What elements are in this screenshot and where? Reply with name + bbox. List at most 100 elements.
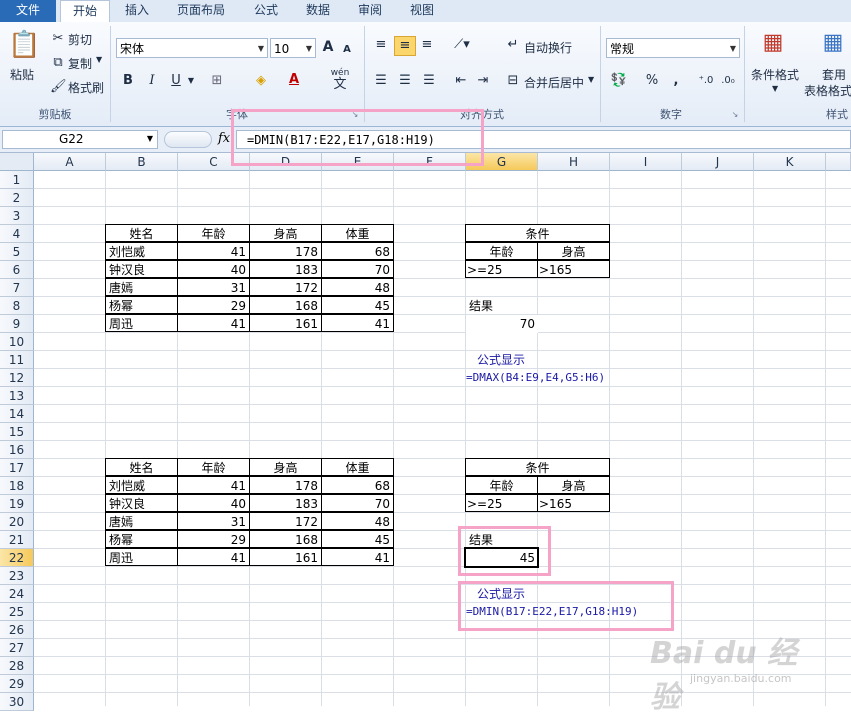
row-header[interactable]: 27 (0, 639, 34, 657)
table-cell[interactable]: 45 (321, 530, 394, 548)
table-cell[interactable]: 168 (249, 296, 322, 314)
criteria-header[interactable]: 年龄 (465, 242, 538, 260)
table-cell[interactable]: 杨幂 (105, 296, 178, 314)
increase-indent-icon[interactable]: ⇥ (474, 72, 492, 90)
table-cell[interactable]: 178 (249, 476, 322, 494)
paste-icon[interactable]: 📋 (8, 28, 40, 62)
table-cell[interactable]: 68 (321, 476, 394, 494)
table-cell[interactable]: 68 (321, 242, 394, 260)
table-cell[interactable]: 29 (177, 530, 250, 548)
tab-review[interactable]: 审阅 (348, 0, 392, 22)
conditional-format-icon[interactable]: ▦ (758, 28, 788, 58)
row-header[interactable]: 29 (0, 675, 34, 693)
fill-color-icon[interactable]: ◈ (252, 72, 270, 90)
row-header[interactable]: 6 (0, 261, 34, 279)
tab-formulas[interactable]: 公式 (244, 0, 288, 22)
table-cell[interactable]: 钟汉良 (105, 494, 178, 512)
criteria-header[interactable]: 身高 (537, 242, 610, 260)
column-header[interactable]: H (538, 153, 610, 171)
row-header[interactable]: 24 (0, 585, 34, 603)
row-header[interactable]: 9 (0, 315, 34, 333)
table-cell[interactable]: 41 (177, 242, 250, 260)
column-header[interactable]: B (106, 153, 178, 171)
table-cell[interactable]: 161 (249, 314, 322, 332)
tab-data[interactable]: 数据 (296, 0, 340, 22)
column-header[interactable] (826, 153, 851, 171)
table-cell[interactable]: 70 (321, 494, 394, 512)
table-cell[interactable]: 钟汉良 (105, 260, 178, 278)
grow-font-icon[interactable]: A (320, 38, 336, 56)
font-color-icon[interactable]: A (286, 71, 302, 89)
row-header[interactable]: 26 (0, 621, 34, 639)
criteria-title[interactable]: 条件 (465, 458, 610, 476)
table-cell[interactable]: 178 (249, 242, 322, 260)
row-header[interactable]: 14 (0, 405, 34, 423)
result-value[interactable]: 70 (466, 315, 538, 333)
row-header[interactable]: 10 (0, 333, 34, 351)
cut-button[interactable]: 剪切 (68, 31, 92, 48)
table-cell[interactable]: 41 (177, 314, 250, 332)
table-cell[interactable]: 刘恺威 (105, 242, 178, 260)
row-header[interactable]: 22 (0, 549, 34, 567)
underline-button[interactable]: U (168, 72, 184, 90)
row-header[interactable]: 11 (0, 351, 34, 369)
table-cell[interactable]: 杨幂 (105, 530, 178, 548)
number-format-combo[interactable]: 常规 ▼ (606, 38, 740, 58)
formula-display-label[interactable]: 公式显示 (474, 351, 554, 369)
row-header[interactable]: 19 (0, 495, 34, 513)
column-header[interactable]: J (682, 153, 754, 171)
table-cell[interactable]: 刘恺威 (105, 476, 178, 494)
align-center-icon[interactable]: ☰ (396, 72, 414, 90)
column-header[interactable]: I (610, 153, 682, 171)
decrease-indent-icon[interactable]: ⇤ (452, 72, 470, 90)
decrease-decimal-icon[interactable]: .0₀ (718, 72, 738, 90)
row-header[interactable]: 5 (0, 243, 34, 261)
table-cell[interactable]: 40 (177, 494, 250, 512)
result-label[interactable]: 结果 (466, 297, 538, 315)
copy-dropdown-icon[interactable]: ▼ (96, 55, 102, 64)
table-cell[interactable]: 唐嫣 (105, 512, 178, 530)
table-cell[interactable]: 31 (177, 512, 250, 530)
row-header[interactable]: 3 (0, 207, 34, 225)
row-header[interactable]: 18 (0, 477, 34, 495)
criteria-value[interactable]: >=25 (465, 260, 538, 278)
table-cell[interactable]: 172 (249, 278, 322, 296)
row-header[interactable]: 21 (0, 531, 34, 549)
chevron-down-icon[interactable]: ▼ (772, 84, 778, 93)
table-header-cell[interactable]: 姓名 (105, 458, 178, 476)
table-cell[interactable]: 周迅 (105, 548, 178, 566)
tab-insert[interactable]: 插入 (114, 0, 160, 22)
insert-function-button[interactable]: fx (218, 131, 230, 146)
table-cell[interactable]: 41 (177, 476, 250, 494)
dialog-launcher-icon[interactable]: ↘ (730, 106, 740, 124)
align-left-icon[interactable]: ☰ (372, 72, 390, 90)
align-bottom-icon[interactable]: ≡ (418, 36, 436, 54)
criteria-value[interactable]: >165 (537, 260, 610, 278)
align-middle-icon[interactable]: ≡ (394, 36, 416, 56)
format-table-icon[interactable]: ▦ (818, 28, 848, 58)
tab-file[interactable]: 文件 (0, 0, 56, 22)
tab-view[interactable]: 视图 (400, 0, 444, 22)
paste-button[interactable]: 粘贴 (10, 66, 34, 83)
format-painter-button[interactable]: 格式刷 (68, 79, 104, 96)
currency-icon[interactable]: 💱 (608, 72, 630, 90)
select-all-corner[interactable] (0, 153, 34, 171)
table-cell[interactable]: 48 (321, 512, 394, 530)
row-header[interactable]: 4 (0, 225, 34, 243)
column-header[interactable]: A (34, 153, 106, 171)
table-header-cell[interactable]: 年龄 (177, 458, 250, 476)
table-header-cell[interactable]: 年龄 (177, 224, 250, 242)
table-cell[interactable]: 172 (249, 512, 322, 530)
formula-display-text[interactable]: =DMAX(B4:E9,E4,G5:H6) (464, 369, 624, 387)
criteria-title[interactable]: 条件 (465, 224, 610, 242)
bold-button[interactable]: B (120, 72, 136, 90)
column-header[interactable]: K (754, 153, 826, 171)
row-header[interactable]: 23 (0, 567, 34, 585)
table-header-cell[interactable]: 体重 (321, 224, 394, 242)
table-header-cell[interactable]: 身高 (249, 224, 322, 242)
table-cell[interactable]: 41 (321, 548, 394, 566)
align-right-icon[interactable]: ☰ (420, 72, 438, 90)
row-header[interactable]: 25 (0, 603, 34, 621)
table-cell[interactable]: 48 (321, 278, 394, 296)
merge-center-button[interactable]: 合并后居中 (524, 74, 584, 91)
